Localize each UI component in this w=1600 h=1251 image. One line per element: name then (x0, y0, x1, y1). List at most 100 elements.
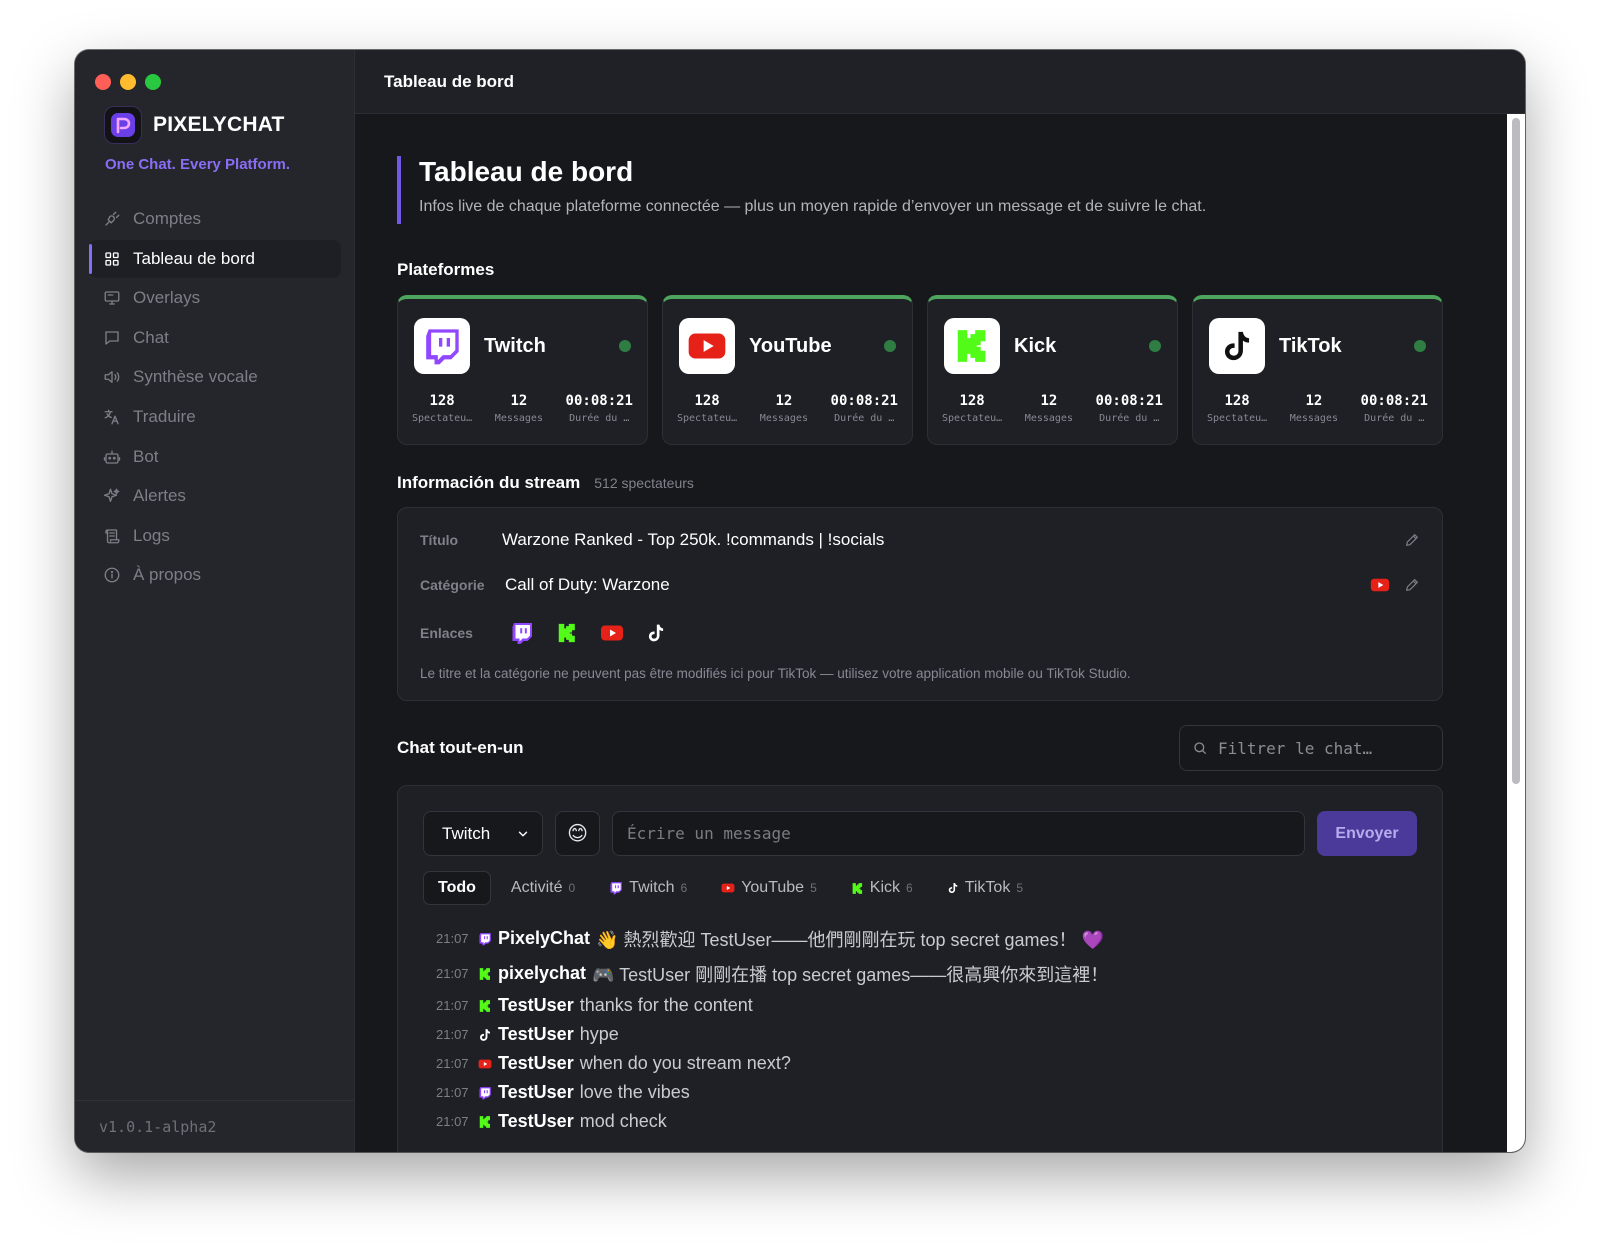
kick-icon (944, 318, 1000, 374)
chat-tabs: Todo Activité 0 Twitch 6 YouTube 5 Kick 6 Ti… (423, 871, 1037, 905)
message-input[interactable]: Écrire un message (612, 811, 1305, 856)
message-username[interactable]: TestUser (498, 1024, 574, 1045)
sidebar-item-synthese-vocale[interactable]: Synthèse vocale (89, 358, 341, 396)
tiktok-edit-note: Le titre et la catégorie ne peuvent pas … (420, 666, 1131, 681)
chat-message: 21:07 TestUser mod check (436, 1107, 1422, 1136)
edit-title-pencil-icon[interactable] (1404, 532, 1420, 548)
bot-icon (103, 449, 121, 464)
sidebar-item-traduire[interactable]: Traduire (89, 398, 341, 436)
messages-label: Messages (759, 413, 808, 424)
edit-category-pencil-icon[interactable] (1404, 577, 1420, 593)
main-area: Tableau de bord Tableau de bord Infos li… (355, 50, 1525, 1152)
tab-activite[interactable]: Activité 0 (497, 871, 589, 905)
message-input-placeholder: Écrire un message (627, 824, 791, 843)
live-status-dot (1414, 340, 1426, 352)
tab-label: Activité (510, 879, 563, 896)
viewers-label: Spectateu… (412, 413, 473, 424)
sidebar-item-a-propos[interactable]: À propos (89, 556, 341, 594)
chat-message: 21:07 TestUser thanks for the content (436, 991, 1422, 1020)
message-text: thanks for the content (579, 995, 753, 1015)
sidebar-item-comptes[interactable]: Comptes (89, 200, 341, 238)
platform-card-twitch[interactable]: Twitch 128 Spectateu… 12 Messages 00:08:21… (397, 295, 648, 445)
message-text: mod check (579, 1111, 667, 1131)
grid-icon (105, 251, 119, 266)
kick-icon (478, 1115, 492, 1129)
duration-value: 00:08:21 (565, 393, 633, 409)
message-username[interactable]: TestUser (498, 1082, 574, 1103)
viewers-label: Spectateu… (1207, 413, 1268, 424)
message-username[interactable]: PixelyChat (498, 928, 590, 949)
platform-stats: 128 Spectateu… 12 Messages 00:08:21 Durée d… (1207, 393, 1428, 424)
close-window-button[interactable] (95, 74, 111, 90)
sparkles-icon (103, 488, 120, 503)
minimize-window-button[interactable] (120, 74, 136, 90)
twitch-icon (609, 881, 623, 895)
youtube-icon (478, 1057, 492, 1071)
page-header: Tableau de bord Infos live de chaque pla… (397, 156, 1443, 224)
main-scrollbar[interactable] (1507, 114, 1525, 1152)
duration-value: 00:08:21 (1360, 393, 1428, 409)
emoji-button[interactable]: 😊 (555, 811, 600, 856)
tab-count: 5 (1016, 881, 1024, 895)
youtube-icon (721, 881, 735, 895)
messages-label: Messages (1289, 413, 1338, 424)
kick-icon (478, 967, 492, 981)
message-username[interactable]: TestUser (498, 995, 574, 1016)
tab-todo[interactable]: Todo (423, 871, 491, 905)
send-button[interactable]: Envoyer (1317, 811, 1417, 856)
twitch-link-icon[interactable] (510, 621, 534, 645)
stream-category-label: Catégorie (420, 577, 485, 593)
sidebar-item-alertes[interactable]: Alertes (89, 477, 341, 515)
message-text: 👋 熱烈歡迎 TestUser——他們剛剛在玩 top secret games… (596, 929, 1104, 950)
message-time: 21:07 (436, 931, 469, 946)
platform-card-kick[interactable]: Kick 128 Spectateu… 12 Messages 00:08:21 Du… (927, 295, 1178, 445)
message-username[interactable]: pixelychat (498, 963, 586, 984)
kick-link-icon[interactable] (556, 622, 578, 644)
youtube-icon (679, 318, 735, 374)
live-status-dot (619, 340, 631, 352)
chevron-down-icon (518, 831, 528, 836)
messages-label: Messages (494, 413, 543, 424)
page-title: Tableau de bord (419, 156, 634, 187)
stream-category-row: Catégorie Call of Duty: Warzone (420, 575, 1420, 595)
twitch-icon (414, 318, 470, 374)
tab-twitch[interactable]: Twitch 6 (595, 871, 701, 905)
sidebar-item-tableau-de-bord[interactable]: Tableau de bord (89, 239, 341, 278)
maximize-window-button[interactable] (145, 74, 161, 90)
youtube-link-icon[interactable] (600, 621, 624, 645)
live-status-dot (1149, 340, 1161, 352)
tab-count: 0 (568, 881, 576, 895)
sidebar-item-label: Overlays (133, 288, 201, 308)
platform-card-tiktok[interactable]: TikTok 128 Spectateu… 12 Messages 00:08:21… (1192, 295, 1443, 445)
viewers-value: 128 (429, 393, 455, 409)
stream-title-value: Warzone Ranked - Top 250k. !commands | !… (502, 530, 885, 549)
message-text: when do you stream next? (579, 1053, 791, 1073)
sidebar-item-bot[interactable]: Bot (89, 438, 341, 476)
tab-youtube[interactable]: YouTube 5 (707, 871, 831, 905)
live-status-dot (884, 340, 896, 352)
tab-tiktok[interactable]: TikTok 5 (933, 871, 1037, 905)
tab-count: 6 (680, 881, 688, 895)
duration-label: Durée du … (1364, 413, 1425, 424)
sidebar: PIXELYCHAT One Chat. Every Platform. Com… (75, 50, 355, 1152)
platform-card-youtube[interactable]: YouTube 128 Spectateu… 12 Messages 00:08:2… (662, 295, 913, 445)
message-username[interactable]: TestUser (498, 1111, 574, 1132)
tab-label: Kick (869, 879, 900, 896)
sidebar-item-overlays[interactable]: Overlays (89, 279, 341, 317)
chat-filter-input[interactable]: Filtrer le chat… (1179, 725, 1443, 771)
tab-kick[interactable]: Kick 6 (837, 871, 927, 905)
tiktok-link-icon[interactable] (646, 623, 666, 643)
platforms-heading: Plateformes (397, 260, 495, 279)
sidebar-item-label: Alertes (133, 486, 186, 506)
brand: PIXELYCHAT (105, 107, 285, 143)
tab-label: Twitch (629, 879, 675, 896)
tiktok-icon (478, 1028, 492, 1042)
tab-label: YouTube (741, 879, 805, 896)
message-time: 21:07 (436, 1027, 469, 1042)
message-username[interactable]: TestUser (498, 1053, 574, 1074)
sidebar-item-logs[interactable]: Logs (89, 517, 341, 555)
platform-select[interactable]: Twitch (423, 811, 543, 856)
sidebar-item-chat[interactable]: Chat (89, 319, 341, 357)
scrollbar-thumb[interactable] (1512, 118, 1520, 784)
duration-label: Durée du … (1099, 413, 1160, 424)
